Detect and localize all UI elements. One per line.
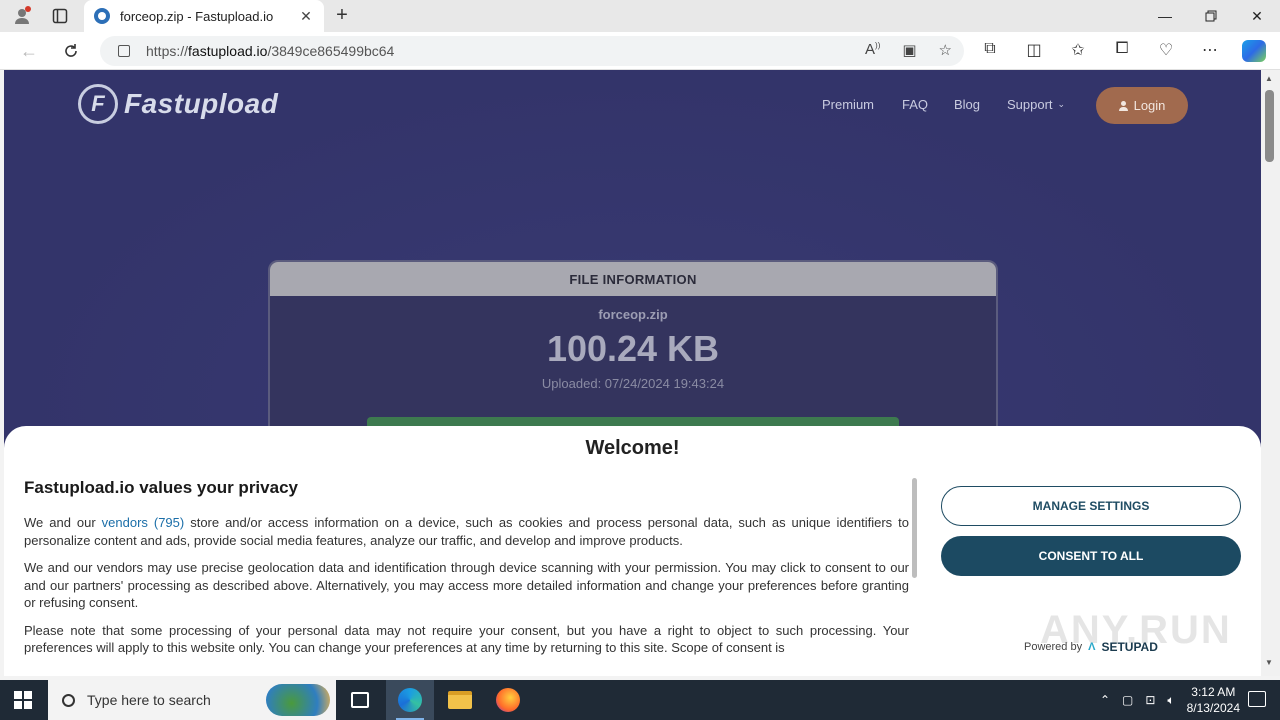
file-explorer-icon[interactable] [436, 680, 484, 720]
taskbar-clock[interactable]: 3:12 AM 8/13/2024 [1187, 684, 1240, 716]
file-name: forceop.zip [598, 307, 668, 322]
scroll-down-icon[interactable]: ▼ [1265, 658, 1273, 667]
fastupload-favicon-icon [94, 8, 110, 24]
edge-taskbar-icon[interactable] [386, 680, 434, 720]
nav-blog[interactable]: Blog [954, 97, 980, 112]
consent-paragraph-1: We and our vendors (795) store and/or ac… [24, 515, 909, 548]
network-icon[interactable]: ⊡ [1145, 693, 1155, 707]
consent-to-all-button[interactable]: CONSENT TO ALL [941, 536, 1241, 576]
nav-faq[interactable]: FAQ [902, 97, 928, 112]
consent-paragraph-2: We and our vendors may use precise geolo… [24, 560, 909, 610]
tray-chevron-up-icon[interactable]: ⌃ [1100, 693, 1110, 707]
setupad-brand: SETUPAD [1101, 640, 1158, 654]
user-icon [1118, 100, 1128, 111]
task-view-icon[interactable] [336, 680, 384, 720]
lock-icon[interactable] [118, 45, 130, 57]
tab-close-icon[interactable]: ✕ [298, 8, 314, 25]
search-highlight-image [266, 684, 330, 716]
tab-actions-icon[interactable] [46, 4, 74, 28]
favorites-icon[interactable]: ✩ [1066, 40, 1090, 67]
split-screen-icon[interactable]: ◫ [1022, 40, 1046, 67]
consent-text: We and our vendors (795) store and/or ac… [24, 514, 909, 656]
consent-dialog: Welcome! Fastupload.io values your priva… [4, 426, 1261, 676]
file-size: 100.24 KB [546, 328, 720, 369]
vendors-link[interactable]: vendors (795) [102, 515, 185, 530]
scroll-up-icon[interactable]: ▲ [1265, 74, 1273, 83]
nav-premium[interactable]: Premium [822, 97, 874, 112]
url-text: https://fastupload.io/3849ce865499bc64 [146, 43, 395, 59]
window-close-icon[interactable]: ✕ [1234, 0, 1280, 32]
immersive-reader-icon[interactable]: ▣ [902, 41, 916, 59]
clock-time: 3:12 AM [1191, 685, 1236, 699]
device-icon[interactable]: ▢ [1122, 693, 1133, 707]
profile-icon[interactable] [8, 4, 36, 28]
upload-date: Uploaded: 07/24/2024 19:43:24 [541, 376, 725, 391]
windows-taskbar: Type here to search ⌃ ▢ ⊡ 🔈︎ 3:12 AM 8/1… [0, 680, 1280, 720]
logo-text: Fastupload [124, 88, 279, 119]
active-tab[interactable]: forceop.zip - Fastupload.io ✕ [84, 0, 324, 32]
scrollbar-thumb[interactable] [1265, 90, 1274, 162]
minimize-icon[interactable]: — [1142, 0, 1188, 32]
tab-title: forceop.zip - Fastupload.io [120, 8, 274, 24]
new-tab-icon[interactable]: + [330, 4, 354, 28]
login-button[interactable]: Login [1096, 87, 1188, 124]
url-bar[interactable]: https://fastupload.io/3849ce865499bc64 A… [100, 36, 964, 66]
system-tray: ⌃ ▢ ⊡ 🔈︎ 3:12 AM 8/13/2024 [1100, 680, 1240, 720]
restore-icon[interactable] [1188, 0, 1234, 32]
firefox-icon[interactable] [484, 680, 532, 720]
refresh-icon[interactable] [56, 38, 86, 64]
back-icon[interactable]: ← [14, 38, 44, 64]
site-logo[interactable]: F Fastupload [78, 84, 278, 124]
clock-date: 8/13/2024 [1186, 701, 1240, 715]
collections-icon[interactable]: ⧠ [1110, 40, 1134, 67]
taskbar-search-box[interactable]: Type here to search [48, 680, 336, 720]
logo-f-icon: F [78, 84, 118, 124]
nav-support-label: Support [1007, 97, 1053, 112]
powered-by: Powered by Λ SETUPAD [1024, 640, 1158, 654]
consent-paragraph-3: Please note that some processing of your… [24, 622, 909, 656]
copilot-icon[interactable] [1242, 40, 1266, 67]
consent-welcome: Welcome! [585, 437, 680, 459]
more-menu-icon[interactable]: ⋯ [1198, 40, 1222, 67]
address-toolbar: ← https://fastupload.io/3849ce865499bc64… [0, 32, 1280, 70]
file-info-header: FILE INFORMATION [270, 262, 996, 296]
consent-title: Fastupload.io values your privacy [24, 478, 298, 497]
read-aloud-icon[interactable]: A)) [865, 41, 880, 59]
search-icon [62, 693, 75, 707]
login-label: Login [1133, 98, 1166, 113]
browser-essentials-icon[interactable]: ♡ [1154, 40, 1178, 67]
search-placeholder: Type here to search [87, 692, 211, 708]
nav-support[interactable]: Support ⌄ [1007, 97, 1065, 112]
chevron-down-icon: ⌄ [1057, 99, 1066, 109]
consent-scrollbar[interactable] [912, 478, 917, 578]
setupad-logo-icon: Λ [1088, 641, 1096, 653]
windows-start-icon[interactable] [14, 691, 32, 709]
notification-icon[interactable] [1248, 691, 1266, 707]
volume-icon[interactable]: 🔈︎ [1167, 693, 1174, 708]
browser-tab-bar: forceop.zip - Fastupload.io ✕ + — ✕ [0, 0, 1280, 32]
favorite-star-icon[interactable]: ☆ [939, 41, 952, 59]
manage-settings-button[interactable]: MANAGE SETTINGS [941, 486, 1241, 526]
extensions-icon[interactable]: ⧉ [978, 40, 1002, 67]
